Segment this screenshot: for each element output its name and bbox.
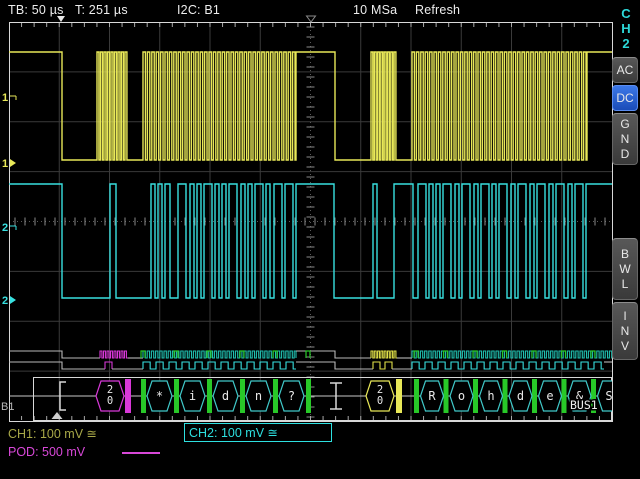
i2c-data2-ack-bar <box>562 379 567 413</box>
i2c-data1-ack-bar <box>174 379 179 413</box>
ch2-level-label: 2 <box>2 222 8 234</box>
i2c-data1-ack-bar <box>240 379 245 413</box>
i2c-data1-ack-bar <box>306 379 311 413</box>
trigger-reference-marker <box>307 16 316 22</box>
softkey-inv[interactable]: I N V <box>612 302 638 360</box>
sidebar-channel-label: C H 2 <box>617 6 635 51</box>
i2c-data2-char: R <box>428 389 436 403</box>
i2c-address-frame-2-ack-bar <box>396 379 402 413</box>
ch2-scale-readout-selected[interactable]: CH2: 100 mV ≅ <box>184 423 332 442</box>
ch2-ground-label: 2 <box>2 295 8 307</box>
pod-ack-ticks <box>141 351 595 358</box>
ch2-waveform <box>9 184 612 298</box>
i2c-data2-ack-bar <box>503 379 508 413</box>
pod-position-indicator <box>122 452 160 454</box>
i2c-data2-ack-bar <box>444 379 449 413</box>
i2c-address-frame-1-value: 20 <box>107 384 113 407</box>
ch1-ground-label: 1 <box>2 158 8 170</box>
ch1-scale-readout: CH1: 100 mV ≅ <box>8 426 97 441</box>
trigger-position-marker <box>52 412 63 419</box>
i2c-data2-ack-bar <box>414 379 419 413</box>
ch1-ground-marker <box>10 159 16 167</box>
i2c-data2-char: S <box>605 389 612 403</box>
ch1-level-marker <box>10 96 16 100</box>
i2c-data2-char: e <box>546 389 553 403</box>
scope-display: 2020*idn?Rohde&SBUS11122B1 <box>0 0 640 479</box>
pod-d0-waveform <box>9 362 612 369</box>
bus-decode-row: 2020*idn?Rohde&SBUS1 <box>9 378 621 421</box>
i2c-data2-ack-bar <box>532 379 537 413</box>
trigger-time-marker <box>57 16 65 22</box>
i2c-data1-ack-bar <box>207 379 212 413</box>
i2c-data1-char: i <box>189 389 196 403</box>
softkey-dc[interactable]: DC <box>612 85 638 111</box>
i2c-data1-char: d <box>222 389 229 403</box>
i2c-data2-char: o <box>458 389 465 403</box>
bus-side-label: B1 <box>1 401 14 413</box>
pod-scale-readout: POD: 500 mV <box>8 445 85 459</box>
i2c-data2-char: h <box>487 389 494 403</box>
i2c-address-frame-1-ack-bar <box>125 379 131 413</box>
i2c-data1-char: n <box>255 389 262 403</box>
oscilloscope-screen: { "header": { "timebase": "TB: 50 µs", "… <box>0 0 640 479</box>
bus-name-label: BUS1 <box>570 398 598 412</box>
i2c-data2-char: d <box>517 389 524 403</box>
softkey-gnd[interactable]: G N D <box>612 113 638 165</box>
i2c-data1-ack-bar <box>141 379 146 413</box>
i2c-data1-ack-bar <box>273 379 278 413</box>
i2c-data2-ack-bar <box>473 379 478 413</box>
softkey-bwl[interactable]: B W L <box>612 238 638 300</box>
ch2-level-marker <box>10 226 16 230</box>
ch1-level-label: 1 <box>2 92 8 104</box>
softkey-ac[interactable]: AC <box>612 57 638 83</box>
i2c-data1-char: * <box>156 389 163 403</box>
ch2-ground-marker <box>10 296 16 304</box>
channel-indicators: 1 1 2 2 B1 <box>1 92 16 413</box>
i2c-address-frame-2-value: 20 <box>377 384 383 407</box>
i2c-data1-char: ? <box>288 389 295 403</box>
